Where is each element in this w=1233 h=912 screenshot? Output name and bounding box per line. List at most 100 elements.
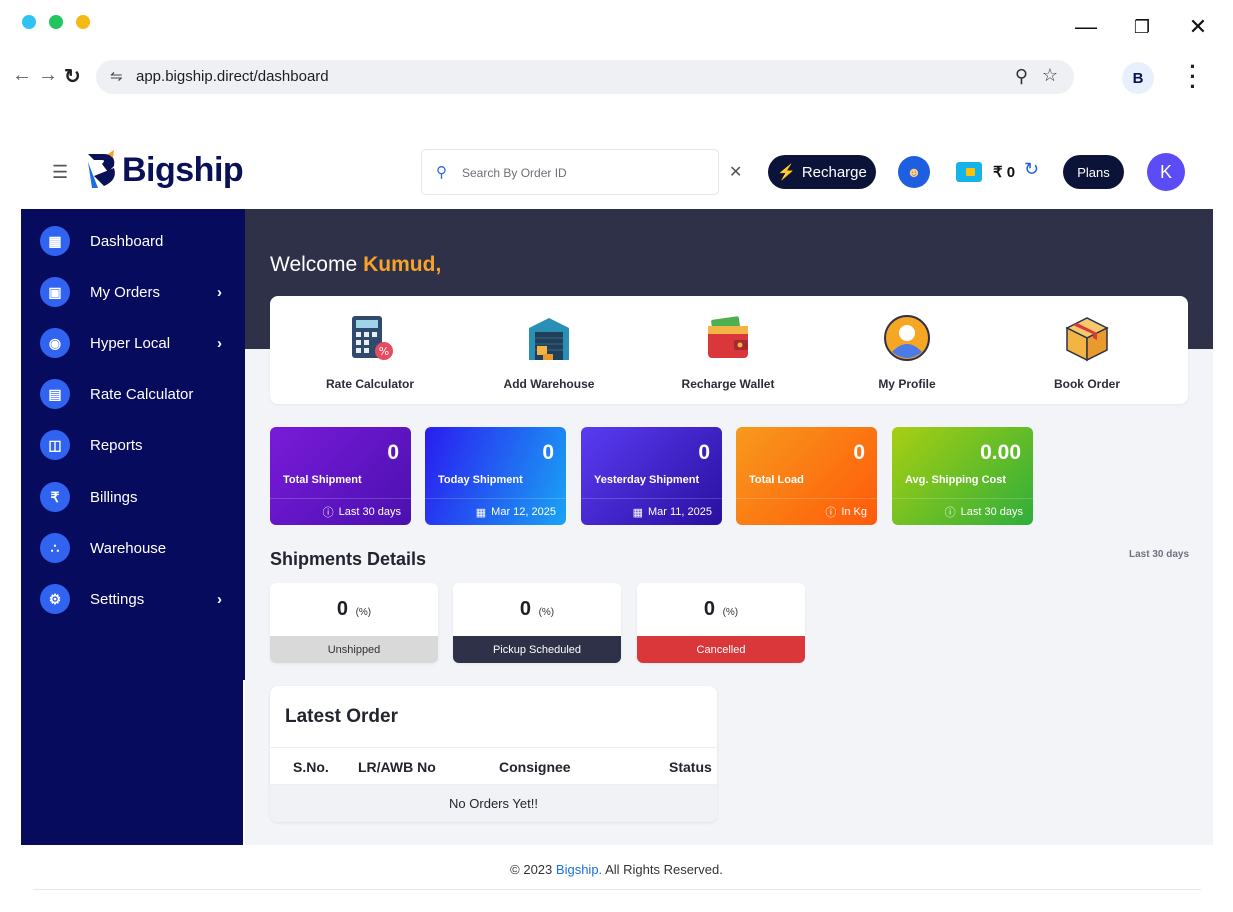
latest-order-table-header: S.No. LR/AWB No Consignee Status bbox=[270, 747, 717, 785]
column-header-sno: S.No. bbox=[293, 759, 329, 775]
support-icon[interactable]: ☻ bbox=[898, 156, 930, 188]
network-icon: ∴ bbox=[40, 533, 70, 563]
brand-logo[interactable]: Bigship bbox=[84, 150, 244, 190]
latest-order-title: Latest Order bbox=[285, 706, 398, 727]
sidebar-item-label: Dashboard bbox=[90, 232, 164, 250]
clear-search-icon[interactable]: ✕ bbox=[729, 162, 742, 182]
quick-action-add-warehouse[interactable]: Add Warehouse bbox=[479, 314, 619, 391]
extension-icon[interactable]: B bbox=[1122, 62, 1154, 94]
column-header-awb: LR/AWB No bbox=[358, 759, 436, 775]
quick-action-my-profile[interactable]: My Profile bbox=[837, 314, 977, 391]
shipment-label: Pickup Scheduled bbox=[453, 636, 621, 663]
recharge-button[interactable]: ⚡ Recharge bbox=[768, 155, 876, 189]
sidebar-item-hyper-local[interactable]: ◉ Hyper Local › bbox=[21, 321, 243, 365]
shipment-value-wrap: 0 (%) bbox=[637, 598, 805, 621]
stat-footer-text: Mar 12, 2025 bbox=[491, 506, 556, 518]
footer-rights: All Rights Reserved. bbox=[605, 862, 723, 877]
stat-title: Avg. Shipping Cost bbox=[905, 474, 1007, 486]
sidebar-item-warehouse[interactable]: ∴ Warehouse bbox=[21, 526, 243, 570]
traffic-light-1[interactable] bbox=[22, 15, 36, 29]
zoom-icon[interactable]: ⚲ bbox=[1015, 66, 1028, 87]
warehouse-icon bbox=[529, 318, 569, 360]
latest-order-card: Latest Order S.No. LR/AWB No Consignee S… bbox=[270, 686, 717, 822]
chevron-right-icon: › bbox=[217, 590, 222, 608]
traffic-light-3[interactable] bbox=[76, 15, 90, 29]
wallet-balance: ₹ 0 bbox=[993, 164, 1016, 181]
sidebar-item-settings[interactable]: ⚙ Settings › bbox=[21, 577, 243, 621]
quick-action-book-order[interactable]: Book Order bbox=[1017, 314, 1157, 391]
stat-footer-text: Last 30 days bbox=[338, 506, 401, 518]
box-icon bbox=[1065, 317, 1109, 362]
stat-card-yesterday-shipment[interactable]: 0 Yesterday Shipment ▦ Mar 11, 2025 bbox=[581, 427, 722, 525]
stat-footer: ▦ Mar 11, 2025 bbox=[581, 498, 722, 525]
shipments-details-title: Shipments Details bbox=[270, 549, 427, 569]
chevron-right-icon: › bbox=[217, 334, 222, 352]
order-search-input[interactable] bbox=[462, 162, 702, 184]
reports-icon: ◫ bbox=[40, 430, 70, 460]
address-bar[interactable]: ⇋ app.bigship.direct/dashboard ⚲ ☆ bbox=[96, 60, 1074, 94]
brand-logo-mark bbox=[88, 150, 115, 188]
stat-value: 0 bbox=[542, 441, 554, 464]
grid-icon: ▦ bbox=[40, 226, 70, 256]
sidebar-item-rate-calculator[interactable]: ▤ Rate Calculator bbox=[21, 372, 243, 416]
url-text[interactable]: app.bigship.direct/dashboard bbox=[136, 68, 329, 85]
quick-action-label: Add Warehouse bbox=[503, 377, 595, 391]
shipment-card-cancelled[interactable]: 0 (%) Cancelled bbox=[637, 583, 805, 663]
browser-titlebar: — ❐ ✕ bbox=[0, 0, 1233, 60]
info-icon: ⓘ bbox=[944, 507, 956, 519]
sidebar-item-billings[interactable]: ₹ Billings bbox=[21, 475, 243, 519]
bookmark-star-icon[interactable]: ☆ bbox=[1042, 65, 1058, 86]
column-header-status: Status bbox=[669, 759, 712, 775]
browser-menu-icon[interactable]: · · · bbox=[1184, 56, 1202, 98]
back-icon[interactable]: ← bbox=[12, 64, 32, 87]
site-settings-icon[interactable]: ⇋ bbox=[110, 67, 123, 85]
location-icon: ◉ bbox=[40, 328, 70, 358]
quick-action-label: My Profile bbox=[878, 377, 936, 391]
stat-card-total-load[interactable]: 0 Total Load ⓘ In Kg bbox=[736, 427, 877, 525]
wallet-icon[interactable] bbox=[956, 162, 982, 182]
stat-title: Total Load bbox=[749, 474, 804, 486]
user-avatar[interactable]: K bbox=[1147, 153, 1185, 191]
wallet-icon bbox=[708, 316, 748, 358]
stat-value: 0 bbox=[853, 441, 865, 464]
window-controls: — ❐ ✕ bbox=[1073, 14, 1211, 40]
sidebar-item-dashboard[interactable]: ▦ Dashboard bbox=[21, 219, 243, 263]
quick-action-label: Rate Calculator bbox=[325, 377, 415, 391]
column-header-consignee: Consignee bbox=[499, 759, 571, 775]
shipment-card-pickup-scheduled[interactable]: 0 (%) Pickup Scheduled bbox=[453, 583, 621, 663]
refresh-balance-icon[interactable]: ↻ bbox=[1024, 159, 1039, 180]
footer-copyright: © 2023 bbox=[510, 862, 553, 877]
traffic-light-2[interactable] bbox=[49, 15, 63, 29]
footer-brand-link[interactable]: Bigship. bbox=[556, 862, 602, 877]
sidebar-item-label: Warehouse bbox=[90, 539, 167, 557]
calculator-icon: % bbox=[352, 316, 393, 360]
calendar-icon: ▦ bbox=[475, 506, 487, 519]
sidebar-item-label: Reports bbox=[90, 436, 143, 454]
shipment-value: 0 bbox=[703, 598, 715, 620]
latest-order-empty-state: No Orders Yet!! bbox=[270, 785, 717, 822]
reload-icon[interactable]: ↻ bbox=[64, 64, 81, 89]
sidebar: ▦ Dashboard ▣ My Orders › ◉ Hyper Local … bbox=[21, 209, 243, 845]
hamburger-menu-icon[interactable]: ☰ bbox=[52, 162, 68, 183]
shipment-unit: (%) bbox=[722, 607, 739, 618]
restore-icon[interactable]: ❐ bbox=[1129, 14, 1155, 40]
close-icon[interactable]: ✕ bbox=[1185, 14, 1211, 40]
search-icon: ⚲ bbox=[436, 164, 447, 181]
sidebar-item-my-orders[interactable]: ▣ My Orders › bbox=[21, 270, 243, 314]
shipment-card-unshipped[interactable]: 0 (%) Unshipped bbox=[270, 583, 438, 663]
quick-action-rate-calculator[interactable]: % Rate Calculator bbox=[300, 314, 440, 391]
stat-card-total-shipment[interactable]: 0 Total Shipment ⓘ Last 30 days bbox=[270, 427, 411, 525]
stat-footer-text: In Kg bbox=[841, 506, 867, 518]
minimize-icon[interactable]: — bbox=[1073, 14, 1099, 40]
forward-icon[interactable]: → bbox=[38, 64, 58, 87]
brand-name: Bigship bbox=[122, 150, 244, 189]
stat-card-avg-shipping-cost[interactable]: 0.00 Avg. Shipping Cost ⓘ Last 30 days bbox=[892, 427, 1033, 525]
info-icon: ⓘ bbox=[322, 507, 334, 519]
shipment-value-wrap: 0 (%) bbox=[270, 598, 438, 621]
quick-action-recharge-wallet[interactable]: Recharge Wallet bbox=[658, 314, 798, 391]
plans-button[interactable]: Plans bbox=[1063, 155, 1124, 189]
stat-card-today-shipment[interactable]: 0 Today Shipment ▦ Mar 12, 2025 bbox=[425, 427, 566, 525]
chevron-right-icon: › bbox=[217, 283, 222, 301]
sidebar-item-reports[interactable]: ◫ Reports bbox=[21, 423, 243, 467]
shipment-value-wrap: 0 (%) bbox=[453, 598, 621, 621]
